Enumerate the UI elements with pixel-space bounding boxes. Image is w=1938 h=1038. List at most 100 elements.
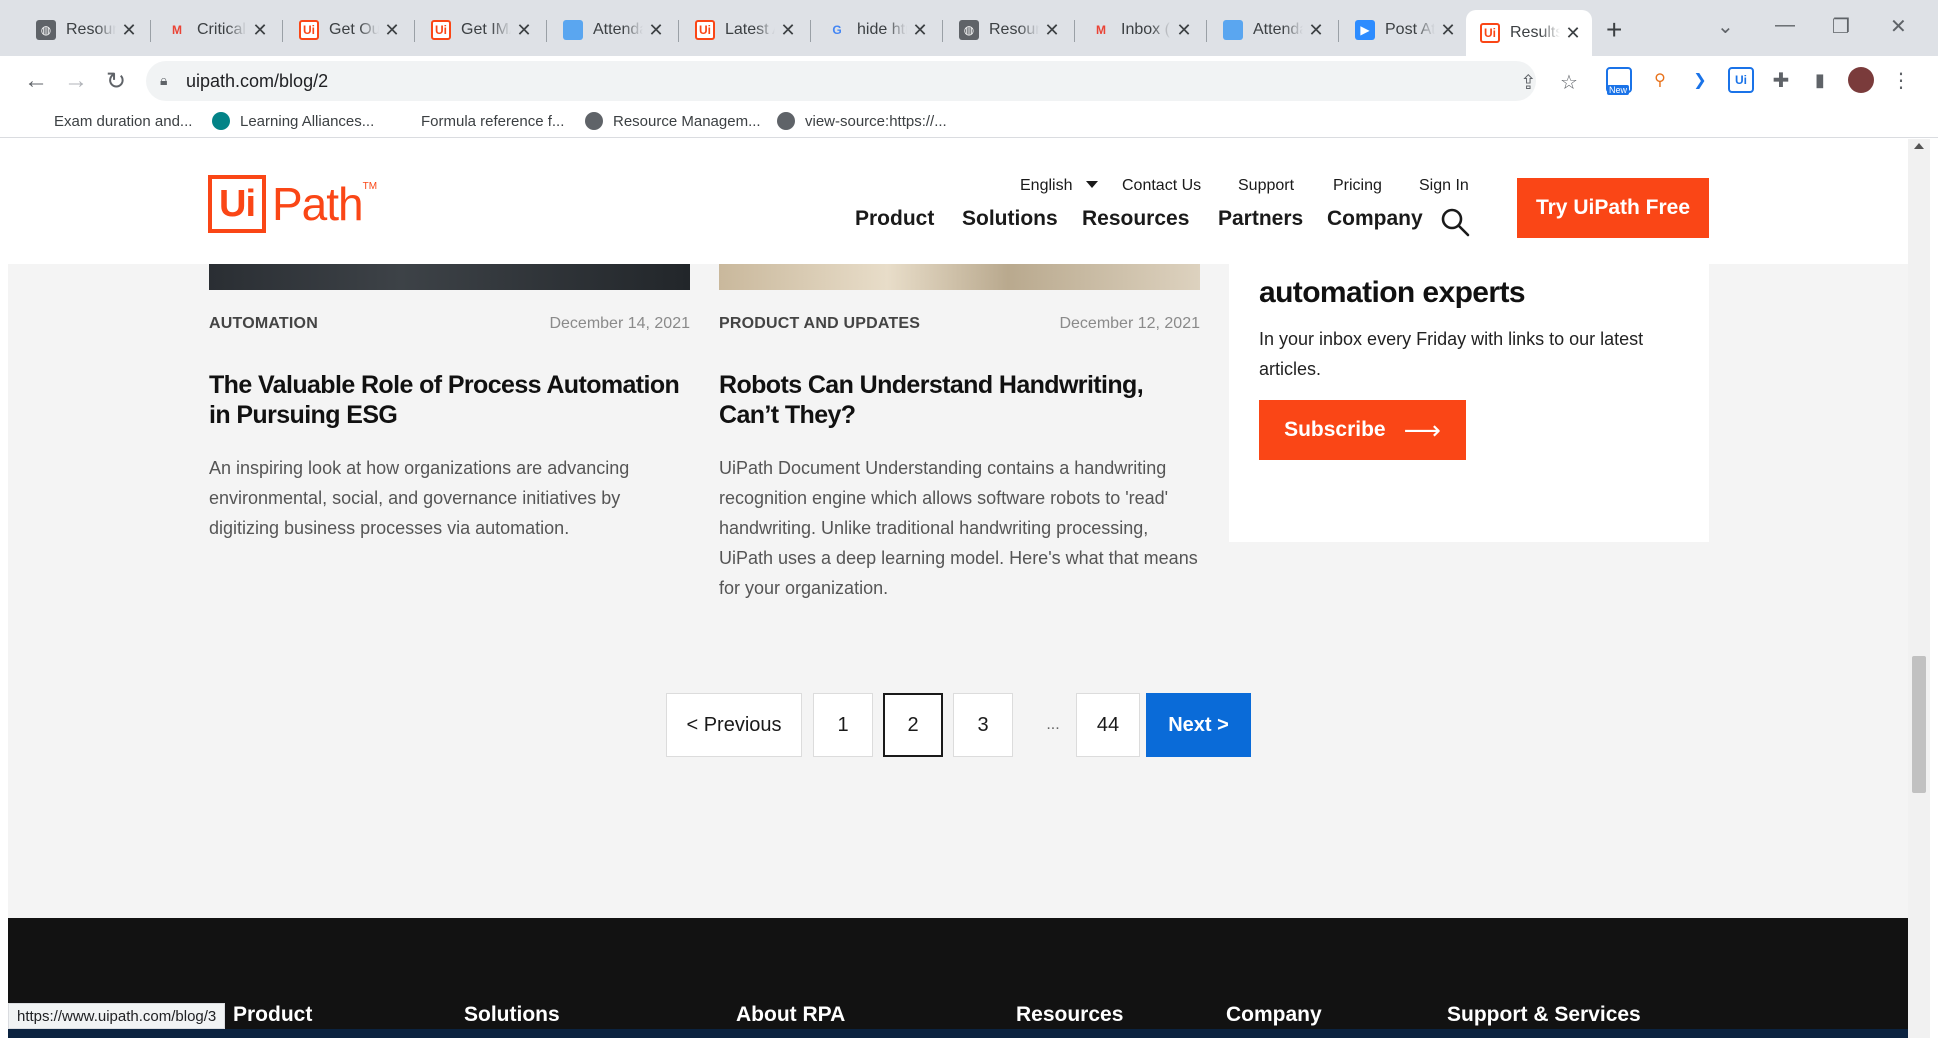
- forward-icon[interactable]: →: [59, 64, 93, 98]
- new-tab-button[interactable]: +: [1606, 14, 1622, 46]
- extensions-puzzle-icon[interactable]: ✚: [1768, 67, 1794, 93]
- page-viewport: Ui Path TM English Contact Us Support Pr…: [8, 139, 1908, 1038]
- tab-separator: [810, 20, 811, 42]
- bookmark-item[interactable]: view-source:https://...: [777, 112, 947, 130]
- close-tab-icon[interactable]: ✕: [515, 20, 533, 41]
- bookmark-item[interactable]: Resource Managem...: [585, 112, 761, 130]
- card-image[interactable]: [209, 264, 690, 290]
- menu-kebab-icon[interactable]: ⋮: [1888, 67, 1914, 93]
- browser-tab[interactable]: ◍ Resources ✕: [22, 10, 148, 50]
- share-icon[interactable]: ⇪: [1520, 70, 1537, 95]
- nav-resources[interactable]: Resources: [1082, 207, 1189, 231]
- subscribe-button[interactable]: Subscribe ⟶: [1259, 400, 1466, 460]
- footer-heading-resources[interactable]: Resources: [1016, 1003, 1123, 1027]
- minimize-icon[interactable]: —: [1775, 14, 1795, 37]
- support-link[interactable]: Support: [1238, 177, 1294, 195]
- close-tab-icon[interactable]: ✕: [1564, 23, 1582, 44]
- bookmark-item[interactable]: Exam duration and...: [26, 112, 192, 130]
- footer-heading-support[interactable]: Support & Services: [1447, 1003, 1641, 1027]
- browser-tab[interactable]: Ui Get IMA ✕: [417, 10, 543, 50]
- card-title[interactable]: The Valuable Role of Process Automation …: [209, 370, 690, 430]
- close-tab-icon[interactable]: ✕: [647, 20, 665, 41]
- browser-tab[interactable]: M Inbox (S ✕: [1077, 10, 1203, 50]
- sheet-icon: [563, 20, 583, 40]
- sign-in-link[interactable]: Sign In: [1419, 177, 1469, 195]
- page-44-button[interactable]: 44: [1076, 693, 1140, 757]
- scrollbar-thumb[interactable]: [1912, 656, 1926, 793]
- nav-partners[interactable]: Partners: [1218, 207, 1303, 231]
- browser-tab[interactable]: G hide htm ✕: [813, 10, 939, 50]
- caret-down-icon[interactable]: [1086, 181, 1098, 188]
- language-selector[interactable]: English: [1020, 177, 1072, 195]
- browser-tab[interactable]: Attendance ✕: [549, 10, 675, 50]
- footer-heading-solutions[interactable]: Solutions: [464, 1003, 560, 1027]
- newsletter-text: In your inbox every Friday with links to…: [1259, 329, 1644, 379]
- newsletter-heading: automation experts: [1259, 276, 1526, 309]
- next-page-button[interactable]: Next >: [1146, 693, 1251, 757]
- previous-page-button[interactable]: < Previous: [666, 693, 802, 757]
- tab-search-icon[interactable]: ⌄: [1717, 14, 1734, 39]
- back-icon[interactable]: ←: [19, 64, 53, 98]
- restore-icon[interactable]: ❐: [1832, 14, 1850, 39]
- page-2-button-current[interactable]: 2: [883, 693, 943, 757]
- scroll-up-icon[interactable]: [1914, 143, 1924, 149]
- close-tab-icon[interactable]: ✕: [251, 20, 269, 41]
- nav-product[interactable]: Product: [855, 207, 934, 231]
- footer-heading-company[interactable]: Company: [1226, 1003, 1322, 1027]
- search-icon[interactable]: [1440, 207, 1470, 237]
- close-tab-icon[interactable]: ✕: [779, 20, 797, 41]
- arrow-right-icon: ⟶: [1403, 414, 1441, 445]
- power-automate-icon[interactable]: ❯: [1687, 67, 1713, 93]
- bookmark-item[interactable]: Formula reference f...: [393, 112, 564, 130]
- footer-heading-about-rpa[interactable]: About RPA: [736, 1003, 845, 1027]
- card-date: December 12, 2021: [1059, 315, 1200, 332]
- browser-tab[interactable]: ◍ Resources ✕: [945, 10, 1071, 50]
- address-bar[interactable]: 🔒︎ uipath.com/blog/2 ⇪ ☆: [146, 61, 1578, 101]
- uipath-logo[interactable]: Ui Path TM: [208, 175, 377, 233]
- try-uipath-free-button[interactable]: Try UiPath Free: [1517, 178, 1709, 238]
- page-1-button[interactable]: 1: [813, 693, 873, 757]
- page-3-button[interactable]: 3: [953, 693, 1013, 757]
- tab-title: Get IMA: [461, 21, 511, 38]
- bookmark-item[interactable]: Learning Alliances...: [212, 112, 374, 130]
- lock-icon[interactable]: 🔒︎: [160, 72, 167, 89]
- profile-avatar[interactable]: [1848, 67, 1874, 93]
- reload-icon[interactable]: ↻: [99, 64, 133, 98]
- close-tab-icon[interactable]: ✕: [120, 20, 138, 41]
- close-tab-icon[interactable]: ✕: [1043, 20, 1061, 41]
- card-image[interactable]: [719, 264, 1200, 290]
- close-tab-icon[interactable]: ✕: [1175, 20, 1193, 41]
- uipath-icon: Ui: [695, 20, 715, 40]
- url-text[interactable]: uipath.com/blog/2: [186, 71, 328, 92]
- browser-tab[interactable]: M Critical ✕: [153, 10, 279, 50]
- nav-company[interactable]: Company: [1327, 207, 1423, 231]
- side-panel-icon[interactable]: ▮: [1807, 67, 1833, 93]
- close-tab-icon[interactable]: ✕: [383, 20, 401, 41]
- close-tab-icon[interactable]: ✕: [1439, 20, 1457, 41]
- contact-us-link[interactable]: Contact Us: [1122, 177, 1201, 195]
- tab-separator: [1206, 20, 1207, 42]
- card-category[interactable]: AUTOMATION: [209, 315, 318, 333]
- nav-solutions[interactable]: Solutions: [962, 207, 1058, 231]
- tab-title: Get Out: [329, 21, 379, 38]
- browser-tab[interactable]: Ui Latest A ✕: [681, 10, 807, 50]
- close-window-icon[interactable]: ✕: [1890, 14, 1907, 39]
- close-tab-icon[interactable]: ✕: [911, 20, 929, 41]
- browser-tab[interactable]: ▶ Post At ✕: [1341, 10, 1467, 50]
- browser-tab[interactable]: Ui Get Out ✕: [285, 10, 411, 50]
- page-scrollbar[interactable]: [1908, 139, 1930, 1038]
- close-tab-icon[interactable]: ✕: [1307, 20, 1325, 41]
- footer-heading-product[interactable]: Product: [233, 1003, 312, 1027]
- tab-title: Critical: [197, 21, 246, 38]
- bookmark-star-icon[interactable]: ☆: [1560, 70, 1578, 95]
- browser-tab-active[interactable]: Ui Results ✕: [1466, 10, 1592, 56]
- rocket-extension-icon[interactable]: ⚲: [1647, 67, 1673, 93]
- browser-tab[interactable]: Attendance ✕: [1209, 10, 1335, 50]
- uipath-extension-icon[interactable]: Ui: [1728, 67, 1754, 93]
- tab-title: Post At: [1385, 21, 1435, 38]
- extension-new-icon[interactable]: New: [1606, 67, 1632, 95]
- card-category[interactable]: PRODUCT AND UPDATES: [719, 315, 920, 333]
- pricing-link[interactable]: Pricing: [1333, 177, 1382, 195]
- tab-strip: ◍ Resources ✕ M Critical ✕ Ui Get Out ✕ …: [0, 0, 1938, 56]
- card-title[interactable]: Robots Can Understand Handwriting, Can’t…: [719, 370, 1200, 430]
